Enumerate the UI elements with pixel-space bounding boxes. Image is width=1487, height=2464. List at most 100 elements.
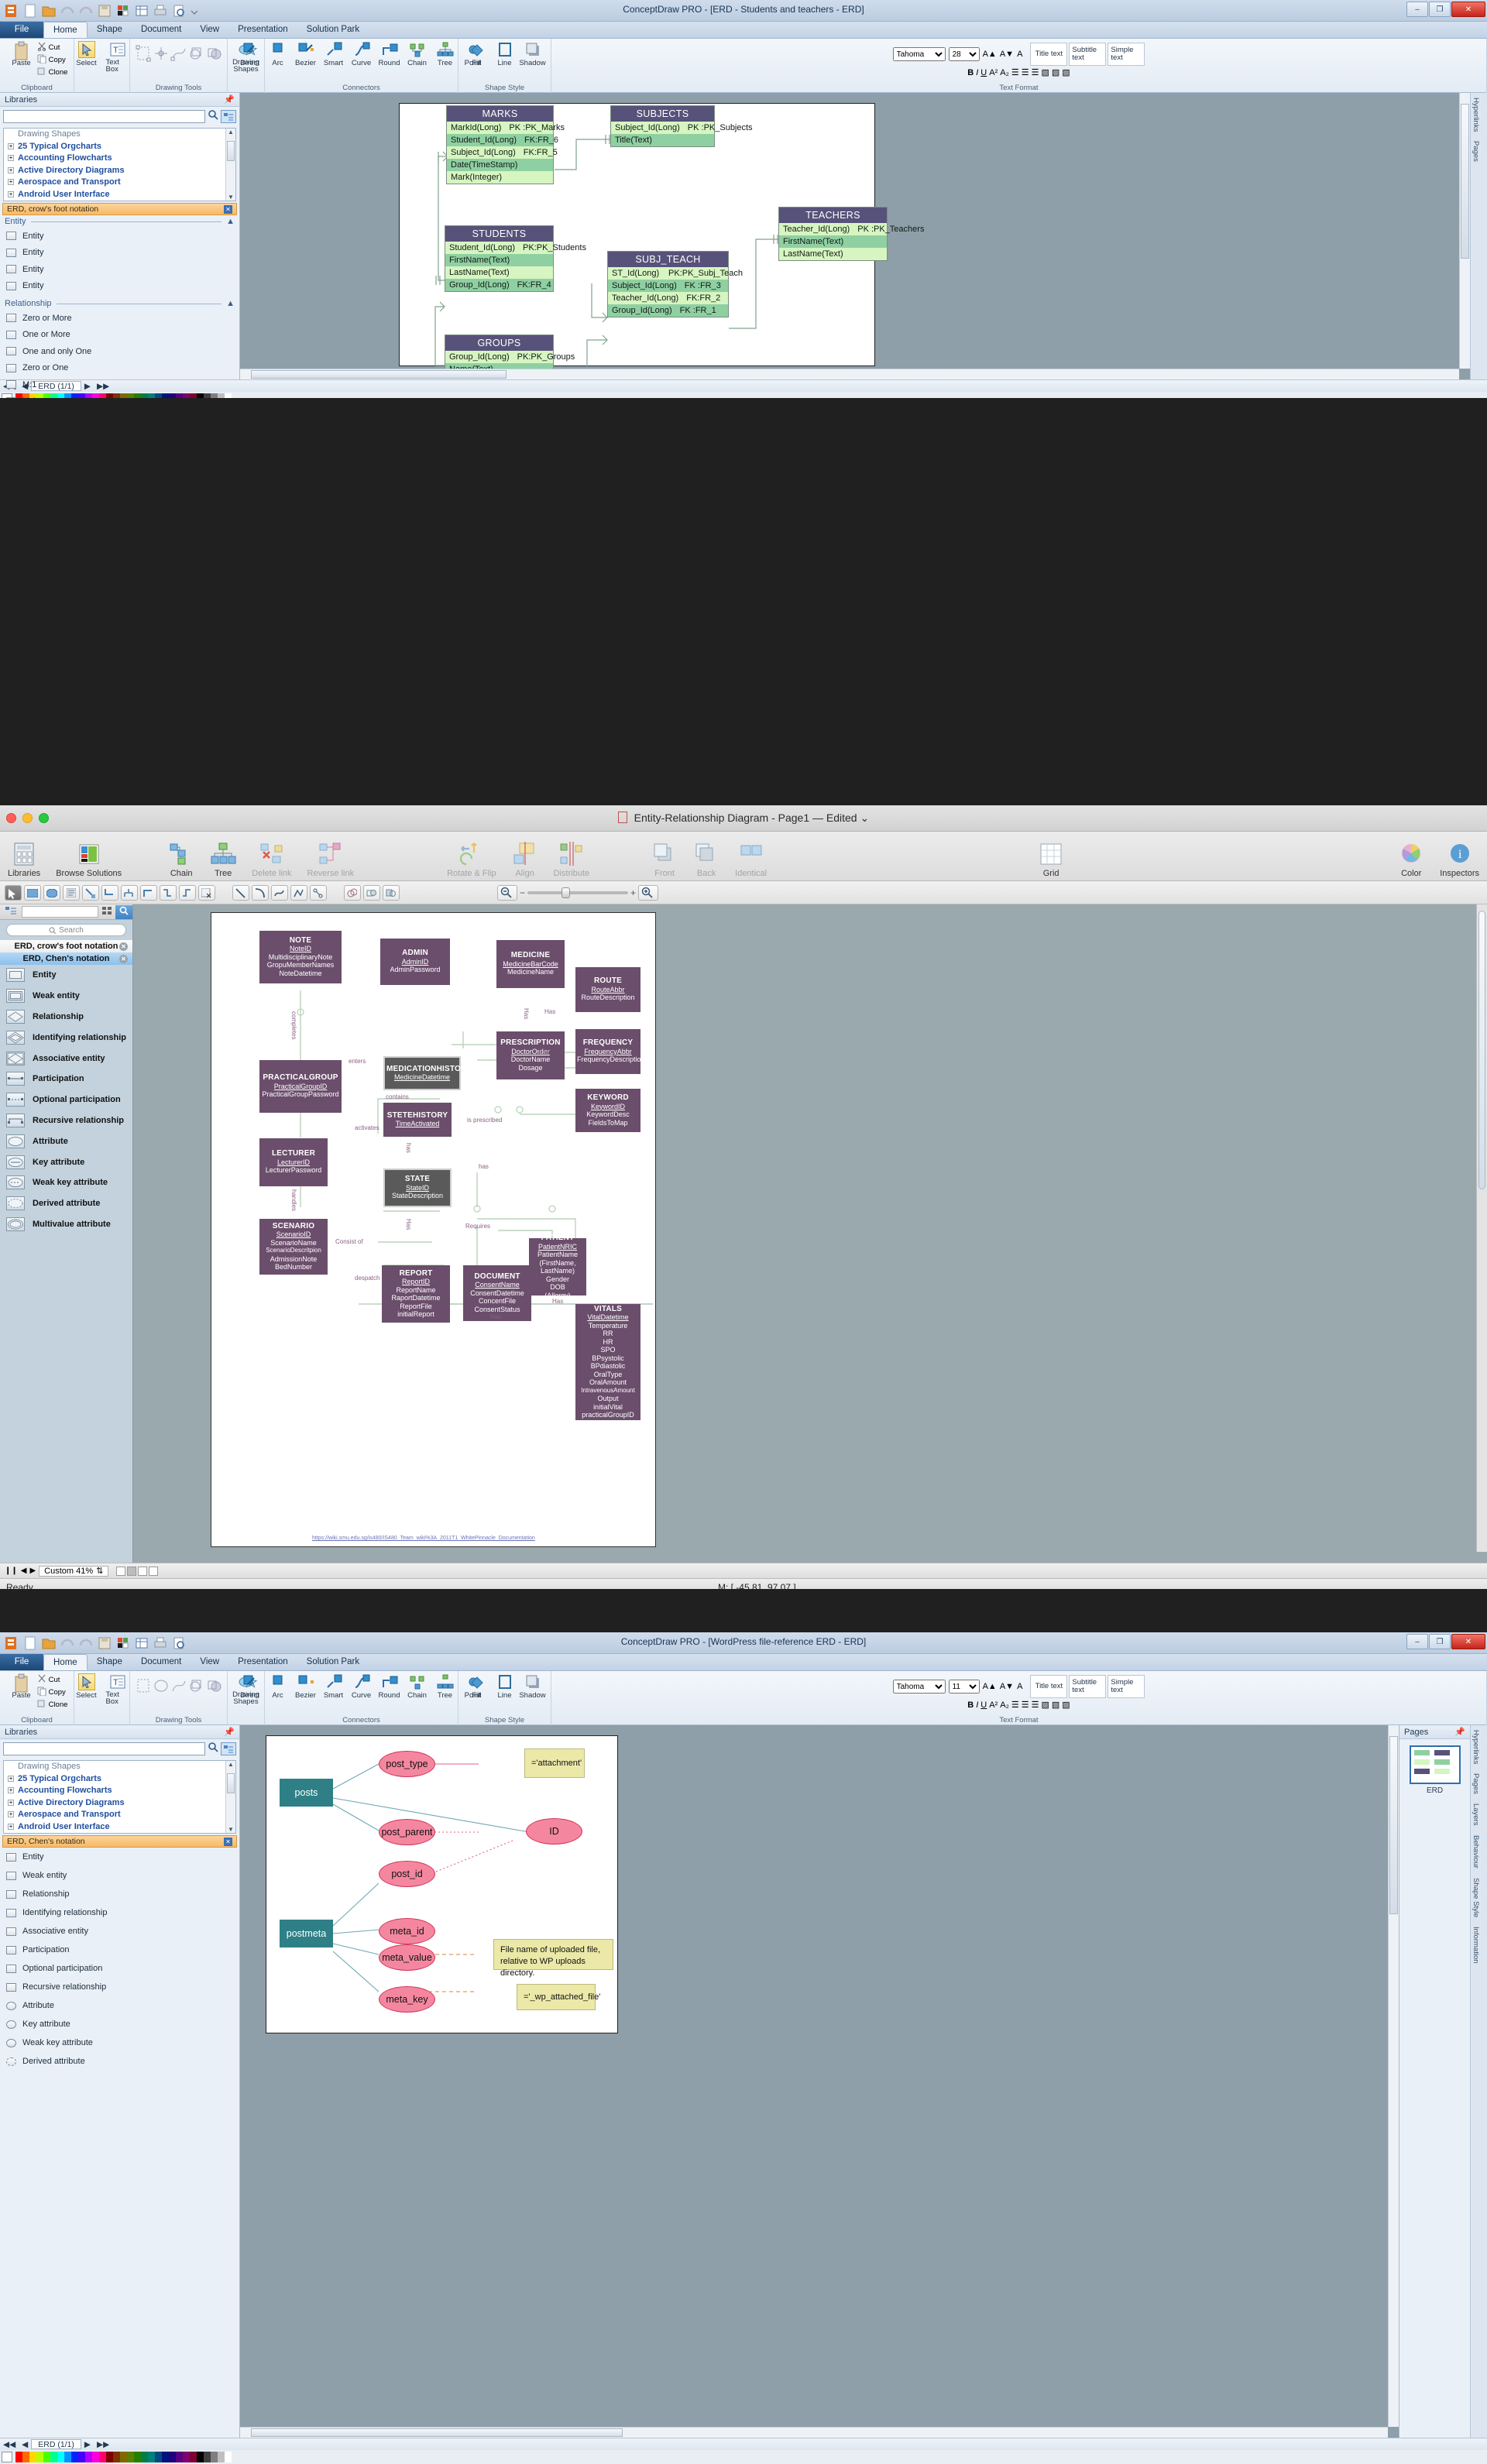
shape-item-multivalue-attribute[interactable]: Multivalue attribute	[0, 1214, 132, 1235]
cut-button[interactable]: Cut	[37, 42, 68, 53]
rect-tool-button[interactable]	[24, 884, 41, 901]
text-tool-button[interactable]	[63, 884, 80, 901]
palette-none-swatch[interactable]	[2, 2452, 12, 2462]
tab-document[interactable]: Document	[132, 1654, 191, 1670]
collapse-icon[interactable]: ▲	[226, 217, 235, 226]
close-icon[interactable]: ✕	[119, 955, 128, 963]
tree-item-orgcharts[interactable]: +25 Typical Orgcharts	[4, 141, 235, 153]
ribbon-tabs-bottom[interactable]: File Home Shape Document View Presentati…	[0, 1654, 1487, 1671]
valign-mid-icon[interactable]: ▧	[1052, 1700, 1059, 1710]
save-icon[interactable]	[96, 1635, 113, 1652]
library-search-input[interactable]	[3, 110, 205, 123]
print-icon[interactable]	[152, 1635, 169, 1652]
scroll-thumb[interactable]	[227, 141, 235, 161]
app-icon[interactable]	[3, 2, 20, 19]
zoom-level-field[interactable]: Custom 41% ⇅	[39, 1565, 109, 1577]
clone-button[interactable]: Clone	[37, 67, 67, 78]
draw-ellipse-tool-icon[interactable]	[153, 1677, 170, 1698]
connector-tree-button[interactable]: Tree	[431, 40, 459, 68]
tab-home[interactable]: Home	[43, 22, 88, 38]
connector-direct-button[interactable]: Direct	[236, 1673, 264, 1700]
polyline-tool-button[interactable]	[290, 884, 307, 901]
tree-item-drawing-shapes[interactable]: Drawing Shapes	[4, 129, 235, 141]
chen-entity-scenario[interactable]: SCENARIO ScenarioID ScenarioName Scenari…	[259, 1219, 328, 1275]
undo-icon[interactable]	[59, 2, 76, 19]
tree-item-active-directory[interactable]: + Active Directory Diagrams	[4, 1797, 235, 1810]
draw-curve-tool-icon[interactable]	[170, 1677, 187, 1698]
mac-toolbar[interactable]: Libraries Browse Solutions Chain Tree De…	[0, 832, 1487, 881]
expand-icon[interactable]: +	[8, 142, 14, 149]
toolbar-inspectors-button[interactable]: i Inspectors	[1432, 841, 1487, 878]
shape-item-weak-key-attribute[interactable]: Weak key attribute	[0, 2033, 239, 2052]
expand-icon[interactable]: +	[8, 1811, 14, 1817]
text-color-icon[interactable]: A	[1017, 50, 1022, 59]
scroll-thumb[interactable]	[1478, 911, 1485, 1189]
toolbar-distribute-button[interactable]: Distribute	[546, 841, 597, 878]
print-icon[interactable]	[152, 2, 169, 19]
draw-shape-union-icon[interactable]	[188, 1677, 205, 1698]
shape-item-optional-participation[interactable]: Optional participation	[0, 1959, 239, 1978]
vtab-pages[interactable]: Pages	[1471, 1769, 1481, 1799]
shape-item-attribute[interactable]: Attribute	[0, 1131, 132, 1151]
expand-icon[interactable]: +	[8, 1823, 14, 1830]
delete-shape-tool-button[interactable]	[198, 884, 215, 901]
cut-button[interactable]: Cut	[37, 1674, 68, 1686]
wp-attribute-post-type[interactable]: post_type	[379, 1751, 435, 1777]
tree-item-accounting-flowcharts[interactable]: + Accounting Flowcharts	[4, 1785, 235, 1797]
connector-arc-button[interactable]: Arc	[264, 1673, 292, 1700]
chen-entity-vitals[interactable]: VITALS VitalDatetime Temperature RR HR S…	[575, 1304, 640, 1420]
nav-prev-icon[interactable]: ◀	[21, 1567, 27, 1575]
chen-entity-practicalgroup[interactable]: PRACTICALGROUP PracticalGroupID Practica…	[259, 1060, 342, 1113]
toolbar-libraries-button[interactable]: Libraries	[0, 841, 48, 878]
scroll-thumb[interactable]	[227, 1773, 235, 1793]
colors-icon[interactable]	[115, 2, 132, 19]
font-family-select[interactable]: Tahoma	[892, 1680, 946, 1694]
edit-points-tool-button[interactable]	[310, 884, 327, 901]
superscript-button[interactable]: A²	[989, 1700, 998, 1710]
shape-item-entity[interactable]: Entity	[0, 228, 239, 245]
bezier-tool-button[interactable]	[271, 884, 288, 901]
vtab-behaviour[interactable]: Behaviour	[1471, 1831, 1481, 1873]
shape-item-one-and-only-one[interactable]: One and only One	[0, 343, 239, 360]
chen-entity-route[interactable]: ROUTE RouteAbbr RouteDescription	[575, 967, 640, 1012]
active-library-bar-bottom[interactable]: ERD, Chen's notation ✕	[2, 1835, 237, 1848]
chen-entity-stetehistory[interactable]: STETEHISTORY TimeActivated	[383, 1103, 452, 1137]
shadow-button[interactable]: Shadow	[519, 1673, 547, 1700]
shape-item-relationship[interactable]: Relationship	[0, 1885, 239, 1903]
qat-overflow-icon[interactable]	[189, 2, 206, 19]
expand-icon[interactable]: +	[8, 179, 14, 185]
shape-item-key-attribute[interactable]: Key attribute	[0, 2015, 239, 2033]
text-box-button[interactable]: T Text Box	[104, 1673, 132, 1706]
draw-shape-ops-icon[interactable]	[206, 45, 223, 66]
zoom-in-button[interactable]	[638, 884, 659, 901]
wp-attribute-meta-key[interactable]: meta_key	[379, 1986, 435, 2013]
shape-item-m1-b[interactable]: M:1	[0, 393, 239, 398]
shape-item-relationship[interactable]: Relationship	[0, 1007, 132, 1028]
toolbar-reverse-link-button[interactable]: Reverse link	[300, 841, 362, 878]
save-icon[interactable]	[96, 2, 113, 19]
tree-item-area-charts[interactable]: +Area Charts	[4, 1833, 235, 1834]
page-tab-bar-bottom[interactable]: ◀◀ ◀ ERD (1/1) ▶ ▶▶	[0, 2438, 1487, 2450]
shape-item-attribute[interactable]: Attribute	[0, 1996, 239, 2015]
stepper-icon[interactable]: ⇅	[96, 1566, 103, 1577]
subtitle-text-style-button[interactable]: Subtitle text	[1069, 1675, 1107, 1698]
subscript-button[interactable]: A₂	[1000, 68, 1009, 77]
simple-text-style-button[interactable]: Simple text	[1108, 1675, 1145, 1698]
text-color-icon[interactable]: A	[1017, 1682, 1022, 1691]
underline-button[interactable]: U	[980, 1700, 987, 1710]
toolbar-identical-button[interactable]: Identical	[727, 841, 774, 878]
drawing-page-top[interactable]: MARKS MarkId(Long) PK :PK_Marks Student_I…	[399, 103, 924, 376]
shape-item-associative-entity[interactable]: Associative entity	[0, 1922, 239, 1941]
increase-font-icon[interactable]: A▲	[983, 50, 997, 59]
connector-step-tool-button[interactable]	[160, 884, 177, 901]
underline-button[interactable]: U	[980, 68, 987, 77]
increase-font-icon[interactable]: A▲	[983, 1682, 997, 1691]
draw-connector-tool-icon[interactable]	[153, 45, 170, 66]
expand-icon[interactable]: +	[8, 190, 14, 197]
page-nav-last-icon[interactable]: ▶▶	[94, 2440, 112, 2449]
connector-chain-button[interactable]: Chain	[404, 40, 431, 68]
connector-chain-button[interactable]: Chain	[404, 1673, 431, 1700]
tab-shape[interactable]: Shape	[88, 22, 132, 38]
connector-curve-button[interactable]: Curve	[348, 1673, 376, 1700]
toolbar-browse-solutions-button[interactable]: Browse Solutions	[48, 841, 129, 878]
